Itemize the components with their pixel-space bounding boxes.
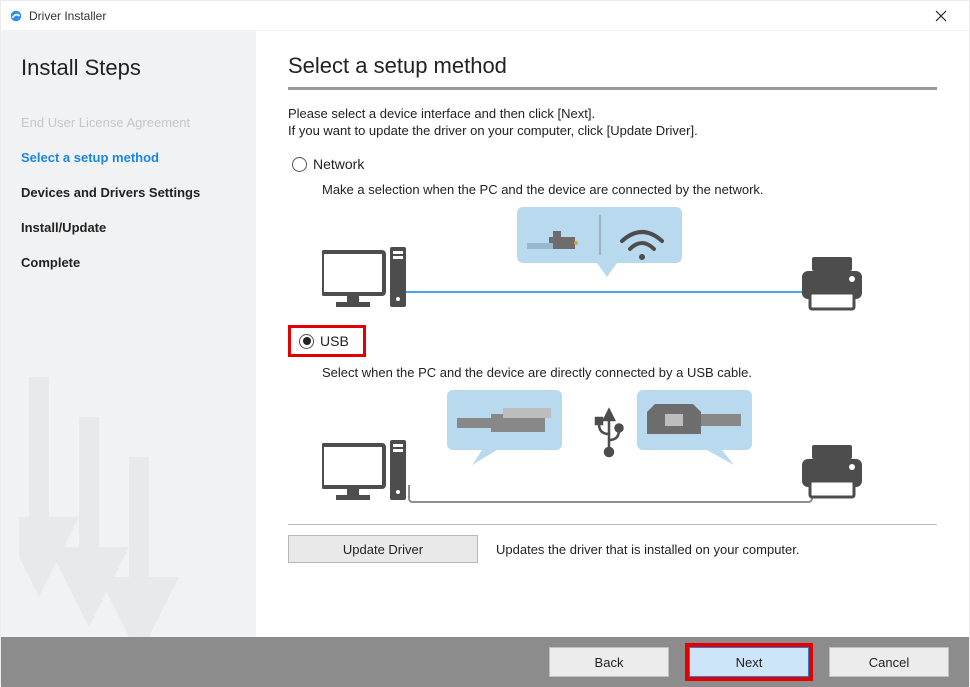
radio-usb-label: USB: [320, 333, 349, 349]
radio-usb[interactable]: USB: [295, 331, 353, 351]
usb-diagram: [322, 390, 937, 510]
update-driver-text: Updates the driver that is installed on …: [496, 542, 800, 557]
printer-icon: [802, 445, 862, 497]
monitor-icon: [322, 252, 384, 307]
usb-desc: Select when the PC and the device are di…: [322, 365, 937, 380]
option-usb: USB Select when the PC and the device ar…: [288, 325, 937, 510]
intro-text: Please select a device interface and the…: [288, 106, 937, 138]
title-bar: Driver Installer: [1, 1, 969, 31]
radio-network[interactable]: Network: [288, 154, 937, 174]
step-devices-drivers: Devices and Drivers Settings: [21, 175, 236, 210]
radio-network-label: Network: [313, 156, 364, 172]
radio-usb-indicator: [299, 334, 314, 349]
footer: Back Next Cancel: [1, 637, 969, 687]
step-install-update: Install/Update: [21, 210, 236, 245]
step-eula: End User License Agreement: [21, 105, 236, 140]
intro-line-2: If you want to update the driver on your…: [288, 123, 937, 138]
cancel-button[interactable]: Cancel: [829, 647, 949, 677]
radio-network-indicator: [292, 157, 307, 172]
update-driver-row: Update Driver Updates the driver that is…: [288, 524, 937, 563]
sidebar: Install Steps End User License Agreement…: [1, 31, 256, 637]
sidebar-heading: Install Steps: [21, 55, 236, 81]
option-network: Network Make a selection when the PC and…: [288, 154, 937, 317]
next-button[interactable]: Next: [689, 647, 809, 677]
printer-icon: [802, 257, 862, 309]
close-button[interactable]: [921, 2, 961, 30]
step-complete: Complete: [21, 245, 236, 280]
sidebar-arrows-decor: [19, 377, 179, 637]
network-desc: Make a selection when the PC and the dev…: [322, 182, 937, 197]
usb-highlight-box: USB: [288, 325, 366, 357]
main-panel: Select a setup method Please select a de…: [256, 31, 969, 637]
usb-trident-icon: [596, 410, 623, 456]
page-heading: Select a setup method: [288, 53, 937, 79]
update-driver-button[interactable]: Update Driver: [288, 535, 478, 563]
network-diagram: [322, 207, 937, 317]
heading-divider: [288, 87, 937, 90]
back-button[interactable]: Back: [549, 647, 669, 677]
window-title: Driver Installer: [29, 9, 106, 23]
app-icon: [9, 9, 23, 23]
step-setup-method: Select a setup method: [21, 140, 236, 175]
intro-line-1: Please select a device interface and the…: [288, 106, 937, 121]
